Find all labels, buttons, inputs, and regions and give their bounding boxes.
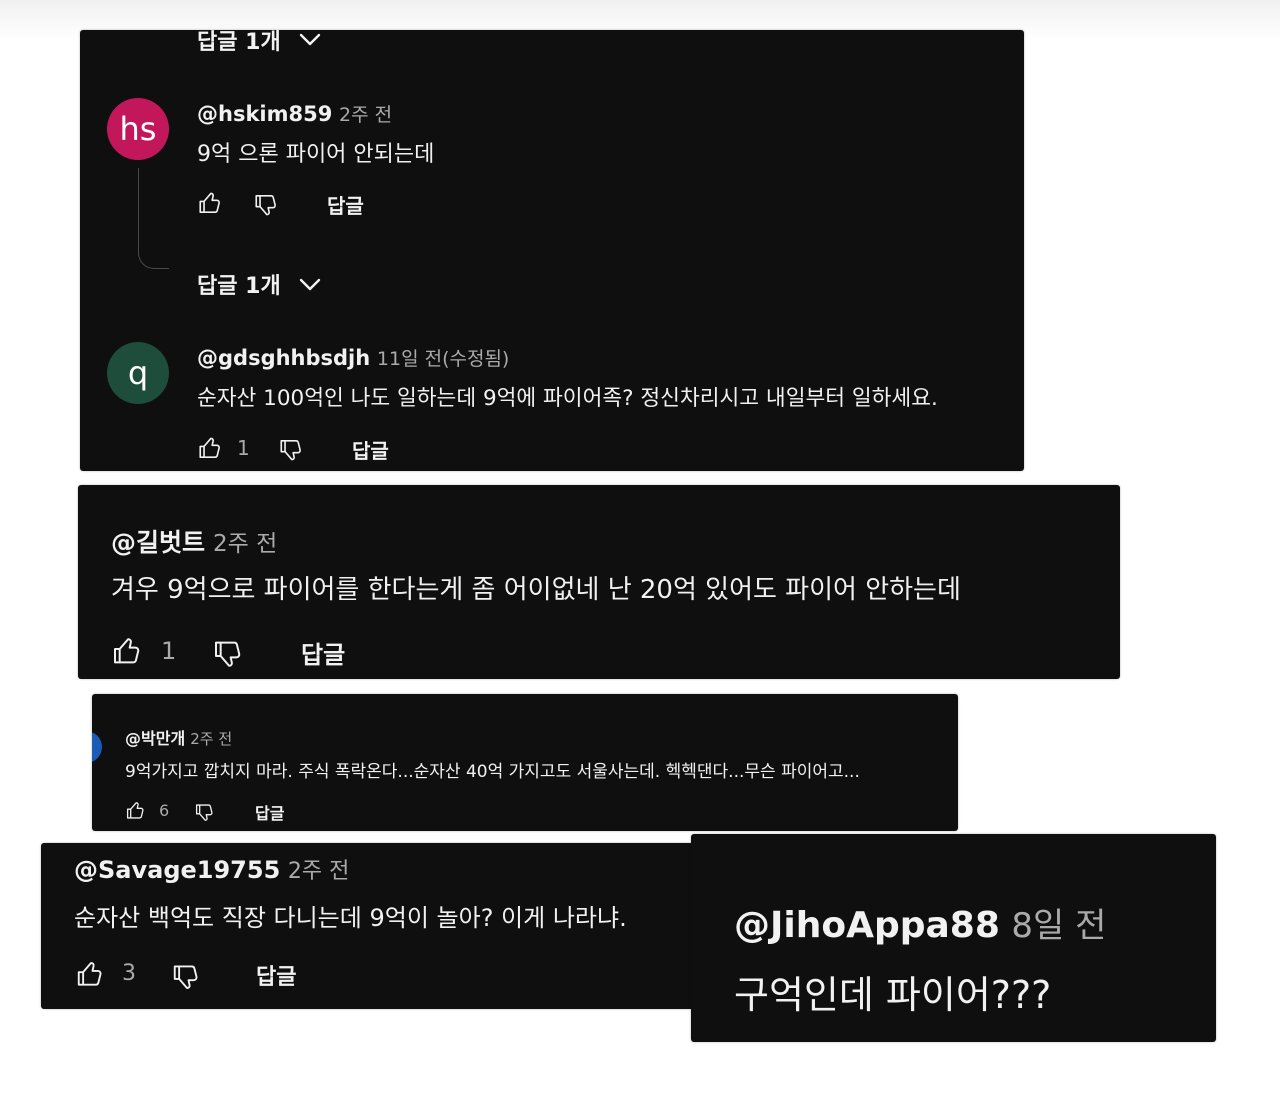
comment-header: @Savage19755 2주 전 bbox=[74, 853, 349, 885]
thumbs-up-icon[interactable] bbox=[75, 959, 105, 989]
thumbs-down-icon[interactable] bbox=[278, 437, 304, 463]
username[interactable]: @JihoAppa88 bbox=[734, 905, 1000, 946]
comment-text: 9억 으론 파이어 안되는데 bbox=[197, 142, 435, 167]
comment-card: @박만개 2주 전 9억가지고 깝치지 마라. 주식 폭락온다...순자산 40… bbox=[92, 694, 958, 831]
username[interactable]: @gdsghhbsdjh bbox=[197, 346, 370, 370]
avatar-initials: q bbox=[127, 354, 149, 392]
avatar[interactable] bbox=[92, 731, 102, 763]
comment-card: @Savage19755 2주 전 순자산 백억도 직장 다니는데 9억이 놀아… bbox=[41, 843, 741, 1009]
like-count: 1 bbox=[161, 637, 177, 665]
comment-card: @길벗트 2주 전 겨우 9억으로 파이어를 한다는게 좀 어이없네 난 20억… bbox=[78, 485, 1120, 679]
like-count: 3 bbox=[122, 961, 136, 986]
comment-card: @JihoAppa88 8일 전 구억인데 파이어??? bbox=[691, 834, 1216, 1042]
comment-header: @hskim859 2주 전 bbox=[197, 100, 392, 127]
thumbs-down-icon[interactable] bbox=[212, 638, 244, 670]
chevron-down-icon[interactable] bbox=[298, 30, 322, 52]
chevron-down-icon[interactable] bbox=[298, 273, 322, 297]
comment-text: 순자산 100억인 나도 일하는데 9억에 파이어족? 정신차리시고 내일부터 … bbox=[197, 386, 938, 411]
avatar-initials: hs bbox=[119, 110, 157, 148]
comment-header: @길벗트 2주 전 bbox=[111, 523, 277, 559]
replies-toggle[interactable]: 답글 1개 bbox=[197, 268, 281, 300]
like-count: 6 bbox=[159, 801, 170, 820]
avatar[interactable]: q bbox=[107, 342, 169, 404]
comment-header: @JihoAppa88 8일 전 bbox=[734, 898, 1106, 947]
timestamp[interactable]: 11일 전(수정됨) bbox=[377, 348, 509, 370]
thumbs-up-icon[interactable] bbox=[111, 635, 143, 667]
reply-button[interactable]: 답글 bbox=[256, 959, 296, 991]
avatar[interactable]: hs bbox=[107, 98, 169, 160]
comment-text: 구억인데 파이어??? bbox=[734, 973, 1052, 1017]
reply-button[interactable]: 답글 bbox=[255, 800, 284, 824]
reply-button[interactable]: 답글 bbox=[301, 635, 345, 670]
thumbs-down-icon[interactable] bbox=[194, 802, 215, 823]
thread-line bbox=[138, 168, 169, 269]
timestamp[interactable]: 8일 전 bbox=[1011, 906, 1106, 946]
timestamp[interactable]: 2주 전 bbox=[288, 859, 349, 884]
reply-button[interactable]: 답글 bbox=[352, 435, 389, 464]
comment-header: @박만개 2주 전 bbox=[125, 725, 232, 749]
thumbs-up-icon[interactable] bbox=[197, 435, 223, 461]
timestamp[interactable]: 2주 전 bbox=[213, 531, 277, 557]
reply-button[interactable]: 답글 bbox=[327, 190, 364, 219]
comment-thread-card: 답글 1개 hs @hskim859 2주 전 9억 으론 파이어 안되는데 답… bbox=[80, 30, 1024, 471]
comment-text: 9억가지고 깝치지 마라. 주식 폭락온다...순자산 40억 가지고도 서울사… bbox=[125, 762, 860, 782]
thumbs-up-icon[interactable] bbox=[197, 190, 223, 216]
like-count: 1 bbox=[237, 436, 250, 460]
username[interactable]: @박만개 bbox=[125, 729, 185, 748]
comment-text: 순자산 백억도 직장 다니는데 9억이 놀아? 이게 나라냐. bbox=[74, 904, 627, 932]
thumbs-down-icon[interactable] bbox=[171, 962, 201, 992]
thumbs-up-icon[interactable] bbox=[125, 800, 146, 821]
replies-toggle[interactable]: 답글 1개 bbox=[197, 30, 281, 56]
comment-header: @gdsghhbsdjh 11일 전(수정됨) bbox=[197, 344, 509, 371]
thumbs-down-icon[interactable] bbox=[253, 192, 279, 218]
timestamp[interactable]: 2주 전 bbox=[190, 730, 232, 748]
username[interactable]: @Savage19755 bbox=[74, 856, 280, 884]
username[interactable]: @길벗트 bbox=[111, 528, 205, 557]
comment-text: 겨우 9억으로 파이어를 한다는게 좀 어이없네 난 20억 있어도 파이어 안… bbox=[111, 575, 961, 605]
replies-toggle-label: 답글 1개 bbox=[197, 30, 281, 55]
replies-toggle-label: 답글 1개 bbox=[197, 274, 281, 299]
username[interactable]: @hskim859 bbox=[197, 102, 332, 126]
timestamp[interactable]: 2주 전 bbox=[339, 104, 392, 126]
